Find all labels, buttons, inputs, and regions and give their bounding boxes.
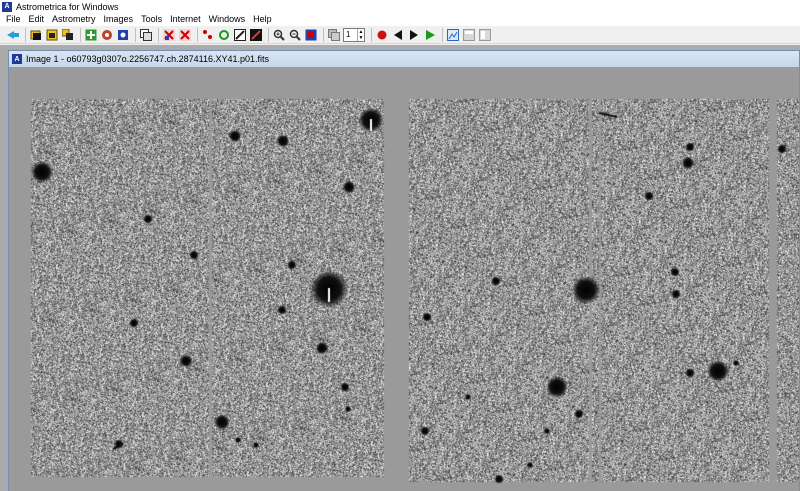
copy-image-icon[interactable] — [139, 28, 153, 42]
toolbar-separator — [197, 27, 198, 42]
toolbar-separator — [25, 27, 26, 42]
toolbar: 1 ▲ ▼ — [0, 26, 800, 44]
app-titlebar: A Astrometrica for Windows — [0, 0, 800, 13]
track-icon[interactable] — [249, 28, 263, 42]
menu-astrometry[interactable]: Astrometry — [48, 13, 100, 26]
menu-help[interactable]: Help — [249, 13, 276, 26]
image-display-icon[interactable] — [304, 28, 318, 42]
object-marker-icon[interactable] — [201, 28, 215, 42]
menu-windows[interactable]: Windows — [205, 13, 250, 26]
add-object-icon[interactable] — [84, 28, 98, 42]
menu-tools[interactable]: Tools — [137, 13, 166, 26]
moving-object-icon[interactable] — [233, 28, 247, 42]
toolbar-separator — [80, 27, 81, 42]
load-images-icon[interactable] — [45, 28, 59, 42]
toolbar-separator — [442, 27, 443, 42]
image-stack-icon[interactable] — [61, 28, 75, 42]
stop-blink-icon[interactable] — [375, 28, 389, 42]
menu-edit[interactable]: Edit — [25, 13, 49, 26]
dark-frame-icon[interactable] — [116, 28, 130, 42]
frame-counter-spinner[interactable]: ▲ ▼ — [357, 28, 364, 41]
image-window[interactable]: A Image 1 - o60793g0307o.2256747.ch.2874… — [8, 50, 800, 491]
settings-gear-icon[interactable] — [100, 28, 114, 42]
fits-image-view[interactable] — [9, 67, 799, 491]
menu-bar: File Edit Astrometry Images Tools Intern… — [0, 13, 800, 26]
remove-image-icon[interactable] — [178, 28, 192, 42]
image-window-titlebar[interactable]: A Image 1 - o60793g0307o.2256747.ch.2874… — [9, 51, 799, 67]
spin-down-icon[interactable]: ▼ — [358, 35, 364, 41]
cascade-windows-icon[interactable] — [478, 28, 492, 42]
tile-windows-icon[interactable] — [462, 28, 476, 42]
previous-frame-icon[interactable] — [391, 28, 405, 42]
frame-counter-value: 1 — [346, 30, 351, 39]
app-title: Astrometrica for Windows — [16, 1, 119, 12]
toolbar-separator — [371, 27, 372, 42]
image-window-icon: A — [12, 54, 22, 64]
toolbar-separator — [323, 27, 324, 42]
menu-images[interactable]: Images — [100, 13, 138, 26]
open-images-icon[interactable] — [29, 28, 43, 42]
zoom-out-icon[interactable] — [288, 28, 302, 42]
arrow-cursor-icon[interactable] — [6, 28, 20, 42]
image-window-icon[interactable] — [446, 28, 460, 42]
frame-counter[interactable]: 1 ▲ ▼ — [343, 27, 365, 42]
next-frame-icon[interactable] — [407, 28, 421, 42]
known-object-icon[interactable] — [217, 28, 231, 42]
frame-stack-icon[interactable] — [327, 28, 341, 42]
toolbar-separator — [158, 27, 159, 42]
toolbar-separator — [135, 27, 136, 42]
menu-file[interactable]: File — [0, 13, 25, 26]
play-blink-icon[interactable] — [423, 28, 437, 42]
zoom-in-icon[interactable] — [272, 28, 286, 42]
toolbar-separator — [268, 27, 269, 42]
image-window-title: Image 1 - o60793g0307o.2256747.ch.287411… — [26, 54, 270, 64]
fits-image-canvas[interactable] — [9, 67, 799, 491]
mdi-workspace: A Image 1 - o60793g0307o.2256747.ch.2874… — [0, 45, 800, 491]
menu-internet[interactable]: Internet — [166, 13, 205, 26]
blink-images-icon[interactable] — [162, 28, 176, 42]
app-logo-icon: A — [2, 1, 12, 12]
